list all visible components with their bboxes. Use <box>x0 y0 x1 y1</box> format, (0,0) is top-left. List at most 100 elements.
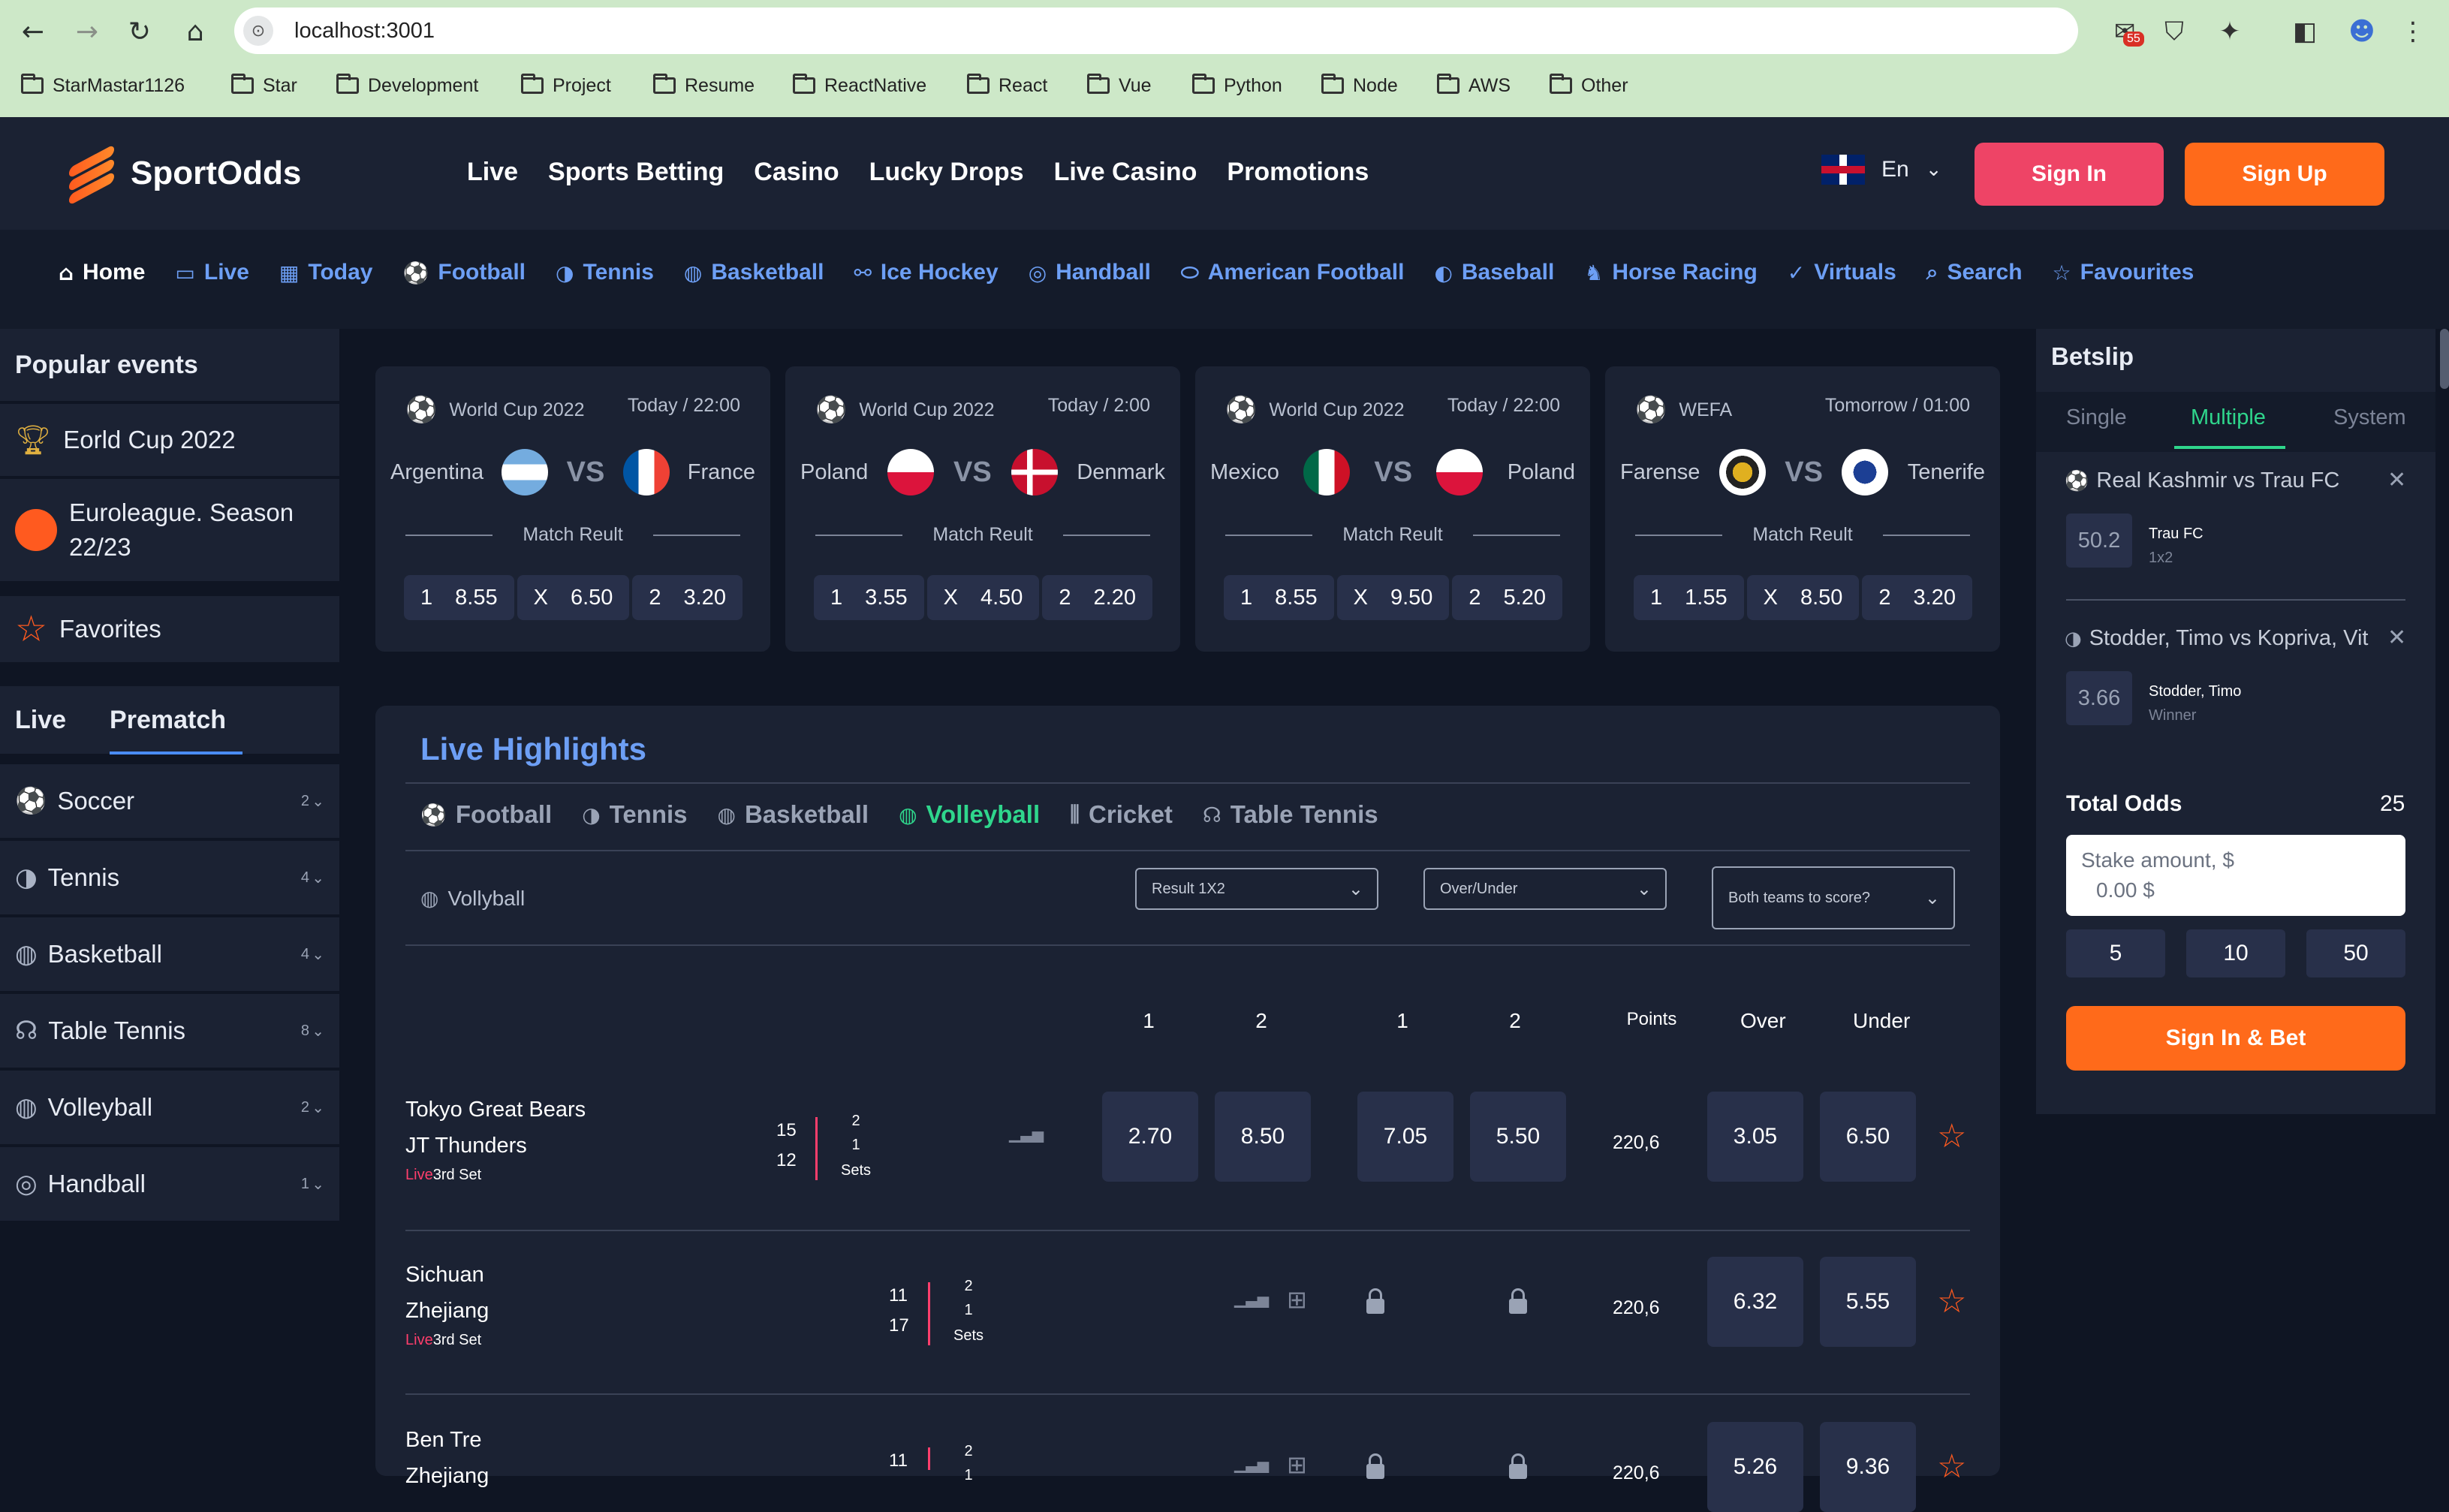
back-icon[interactable]: ← <box>15 14 51 50</box>
bookmark-item[interactable]: Project <box>521 66 611 105</box>
field-icon[interactable]: ⊞ <box>1287 1285 1307 1314</box>
brand-logo[interactable]: SportOdds <box>69 144 301 206</box>
bookmark-item[interactable]: Development <box>336 66 478 105</box>
tab-football[interactable]: ⚽ Football <box>420 800 552 829</box>
event-card[interactable]: ⚽ World Cup 2022 Today / 22:00 Argentina VS F… <box>375 366 770 652</box>
subnav-item-handball[interactable]: ◎ Handball <box>1029 260 1151 285</box>
odds-button[interactable]: 1 1.55 <box>1634 575 1744 620</box>
quick-stake-button[interactable]: 50 <box>2306 929 2405 977</box>
result-1x2-select[interactable]: Result 1X2 ⌄ <box>1135 868 1378 910</box>
subnav-item-search[interactable]: ⌕ Search <box>1926 260 2023 285</box>
odds-button[interactable]: 5.50 <box>1470 1092 1566 1182</box>
tab-cricket[interactable]: ⫼ Cricket <box>1070 800 1173 829</box>
favorite-star-icon[interactable]: ☆ <box>1937 1447 1966 1486</box>
tab-single[interactable]: Single <box>2066 405 2127 430</box>
tab-multiple[interactable]: Multiple <box>2191 405 2266 430</box>
over-odds-button[interactable]: 5.26 <box>1707 1422 1803 1512</box>
odds-button[interactable]: 2.70 <box>1102 1092 1198 1182</box>
subnav-item-horse-racing[interactable]: ♞ Horse Racing <box>1584 260 1758 285</box>
bookmark-item[interactable]: Vue <box>1087 66 1152 105</box>
quick-stake-button[interactable]: 5 <box>2066 929 2165 977</box>
remove-bet-icon[interactable]: ✕ <box>2387 467 2406 493</box>
puzzle-extension-icon[interactable]: ✦ <box>2212 14 2248 50</box>
forward-icon[interactable]: → <box>69 14 105 50</box>
over-odds-button[interactable]: 3.05 <box>1707 1092 1803 1182</box>
odds-button[interactable]: 8.50 <box>1215 1092 1311 1182</box>
language-select[interactable]: En ⌄ <box>1821 155 1942 185</box>
subnav-item-today[interactable]: ▦ Today <box>279 260 373 285</box>
bookmark-item[interactable]: Node <box>1321 66 1398 105</box>
bookmark-item[interactable]: ReactNative <box>793 66 926 105</box>
subnav-item-american-football[interactable]: ⬭ American Football <box>1181 260 1405 285</box>
sign-up-button[interactable]: Sign Up <box>2185 143 2384 206</box>
bookmark-item[interactable]: AWS <box>1437 66 1511 105</box>
remove-bet-icon[interactable]: ✕ <box>2387 625 2406 651</box>
popular-event-item[interactable]: Euroleague. Season 22/23 <box>0 479 339 581</box>
odds-button[interactable]: 1 8.55 <box>1224 575 1334 620</box>
sign-in-bet-button[interactable]: Sign In & Bet <box>2066 1006 2405 1071</box>
event-card[interactable]: ⚽ World Cup 2022 Today / 2:00 Poland VS Denma… <box>785 366 1180 652</box>
sport-row-table-tennis[interactable]: ☊ Table Tennis 8 ⌄ <box>0 994 339 1068</box>
bookmark-item[interactable]: Star <box>231 66 297 105</box>
event-card[interactable]: ⚽ WEFA Tomorrow / 01:00 Farense VS Tenerife Ma… <box>1605 366 2000 652</box>
favorites-item[interactable]: ☆ Favorites <box>0 596 339 662</box>
under-odds-button[interactable]: 6.50 <box>1820 1092 1916 1182</box>
subnav-item-basketball[interactable]: ◍ Basketball <box>684 260 824 285</box>
subnav-item-favourites[interactable]: ☆ Favourites <box>2053 260 2194 285</box>
tab-live[interactable]: Live <box>15 706 66 735</box>
nav-item-lucky-drops[interactable]: Lucky Drops <box>869 158 1024 187</box>
subnav-item-football[interactable]: ⚽ Football <box>403 260 526 285</box>
popular-event-item[interactable]: 🏆︎ Eorld Cup 2022 <box>0 404 339 476</box>
subnav-item-home[interactable]: ⌂ Home <box>59 260 145 285</box>
sign-in-button[interactable]: Sign In <box>1975 143 2164 206</box>
odds-button[interactable]: 2 3.20 <box>632 575 743 620</box>
tab-tennis[interactable]: ◑ Tennis <box>582 800 687 829</box>
odds-button[interactable]: 1 8.55 <box>404 575 514 620</box>
address-bar[interactable]: ⊙ localhost:3001 <box>234 8 2078 54</box>
mail-extension-icon[interactable]: ✉ 55 <box>2107 14 2144 50</box>
over-odds-button[interactable]: 6.32 <box>1707 1257 1803 1347</box>
sport-row-tennis[interactable]: ◑ Tennis 4 ⌄ <box>0 841 339 914</box>
stats-icon[interactable]: ▁▃▅ <box>1009 1125 1044 1143</box>
field-icon[interactable]: ⊞ <box>1287 1450 1307 1479</box>
sport-row-handball[interactable]: ◎ Handball 1 ⌄ <box>0 1147 339 1221</box>
profile-icon[interactable]: ☻ <box>2344 14 2380 50</box>
odds-button[interactable]: X 9.50 <box>1336 575 1450 620</box>
tab-basketball[interactable]: ◍ Basketball <box>718 800 869 829</box>
both-teams-score-select[interactable]: Both teams to score? ⌄ <box>1712 866 1955 929</box>
odds-button[interactable]: X 8.50 <box>1746 575 1860 620</box>
under-odds-button[interactable]: 9.36 <box>1820 1422 1916 1512</box>
reload-icon[interactable]: ↻ <box>122 14 158 50</box>
scrollbar[interactable] <box>2440 329 2449 389</box>
menu-dots-icon[interactable]: ⋮ <box>2395 14 2431 50</box>
odds-button[interactable]: 2 3.20 <box>1862 575 1972 620</box>
subnav-item-tennis[interactable]: ◑ Tennis <box>556 260 654 285</box>
nav-item-live-casino[interactable]: Live Casino <box>1054 158 1197 187</box>
subnav-item-baseball[interactable]: ◐ Baseball <box>1434 260 1554 285</box>
stats-icon[interactable]: ▁▃▅ <box>1234 1455 1269 1473</box>
quick-stake-button[interactable]: 10 <box>2186 929 2285 977</box>
stats-icon[interactable]: ▁▃▅ <box>1234 1290 1269 1308</box>
shield-extension-icon[interactable]: ⛉ <box>2156 14 2192 50</box>
under-odds-button[interactable]: 5.55 <box>1820 1257 1916 1347</box>
odds-button[interactable]: 2 5.20 <box>1452 575 1562 620</box>
stake-input[interactable]: Stake amount, $ 0.00 $ <box>2066 835 2405 916</box>
event-card[interactable]: ⚽ World Cup 2022 Today / 22:00 Mexico VS Pola… <box>1195 366 1590 652</box>
bookmark-item[interactable]: Other <box>1550 66 1628 105</box>
odds-button[interactable]: 1 3.55 <box>814 575 924 620</box>
sport-row-soccer[interactable]: ⚽ Soccer 2 ⌄ <box>0 764 339 838</box>
sport-row-basketball[interactable]: ◍ Basketball 4 ⌄ <box>0 917 339 991</box>
sport-row-volleyball[interactable]: ◍ Volleyball 2 ⌄ <box>0 1071 339 1144</box>
tab-volleyball[interactable]: ◍ Volleyball <box>899 800 1040 829</box>
site-info-icon[interactable]: ⊙ <box>243 16 273 46</box>
subnav-item-ice-hockey[interactable]: ⚯ Ice Hockey <box>854 260 998 285</box>
odds-button[interactable]: X 4.50 <box>926 575 1040 620</box>
nav-item-sports-betting[interactable]: Sports Betting <box>548 158 724 187</box>
tab-table-tennis[interactable]: ☊ Table Tennis <box>1203 800 1378 829</box>
nav-item-promotions[interactable]: Promotions <box>1227 158 1369 187</box>
nav-item-casino[interactable]: Casino <box>754 158 839 187</box>
bookmark-item[interactable]: React <box>967 66 1047 105</box>
subnav-item-virtuals[interactable]: ✓ Virtuals <box>1788 260 1896 285</box>
subnav-item-live[interactable]: ▭ Live <box>175 260 249 285</box>
tab-prematch[interactable]: Prematch <box>110 706 242 754</box>
